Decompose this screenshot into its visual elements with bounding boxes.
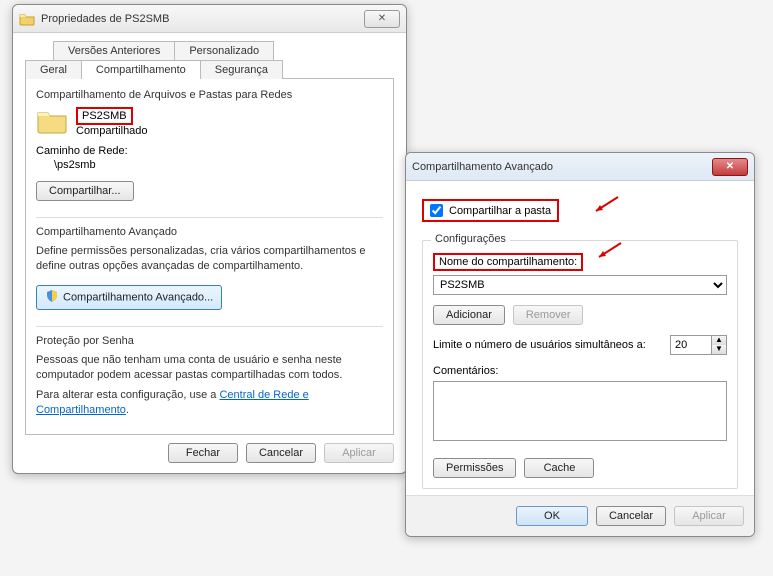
limit-input[interactable] bbox=[671, 336, 711, 354]
close-button[interactable]: ✕ bbox=[364, 10, 400, 28]
settings-groupbox: Configurações Nome do compartilhamento: … bbox=[422, 240, 738, 489]
dialog-title: Compartilhamento Avançado bbox=[412, 161, 708, 173]
divider bbox=[36, 217, 383, 218]
share-name-combo[interactable]: PS2SMB bbox=[433, 275, 727, 295]
section-heading: Compartilhamento Avançado bbox=[36, 226, 383, 238]
share-name: PS2SMB bbox=[82, 110, 127, 122]
tab-general[interactable]: Geral bbox=[25, 60, 82, 79]
cancel-button[interactable]: Cancelar bbox=[246, 443, 316, 463]
share-name-highlight: PS2SMB bbox=[76, 107, 133, 125]
divider bbox=[36, 326, 383, 327]
share-button[interactable]: Compartilhar... bbox=[36, 181, 134, 201]
section-password-protection: Proteção por Senha Pessoas que não tenha… bbox=[36, 335, 383, 419]
permissions-button[interactable]: Permissões bbox=[433, 458, 516, 478]
advanced-sharing-button[interactable]: Compartilhamento Avançado... bbox=[36, 285, 222, 310]
tab-previous-versions[interactable]: Versões Anteriores bbox=[53, 41, 175, 60]
password-desc2: Para alterar esta configuração, use a Ce… bbox=[36, 388, 383, 419]
close-button[interactable]: ✕ bbox=[712, 158, 748, 176]
password-desc1: Pessoas que não tenham uma conta de usuá… bbox=[36, 353, 383, 384]
tab-row-top: Versões Anteriores Personalizado bbox=[53, 41, 394, 60]
share-status: Compartilhado bbox=[76, 125, 148, 137]
network-path-value: \ps2smb bbox=[54, 159, 383, 171]
comments-textarea[interactable] bbox=[433, 381, 727, 441]
tab-custom[interactable]: Personalizado bbox=[174, 41, 274, 60]
titlebar: Compartilhamento Avançado ✕ bbox=[406, 153, 754, 181]
cancel-button[interactable]: Cancelar bbox=[596, 506, 666, 526]
close-button[interactable]: Fechar bbox=[168, 443, 238, 463]
limit-label: Limite o número de usuários simultâneos … bbox=[433, 339, 660, 351]
advanced-sharing-dialog: Compartilhamento Avançado ✕ Compartilhar… bbox=[405, 152, 755, 537]
limit-spinner[interactable]: ▲▼ bbox=[670, 335, 727, 355]
shield-icon bbox=[45, 289, 59, 306]
folder-large-icon bbox=[36, 107, 68, 135]
settings-label: Configurações bbox=[431, 233, 510, 245]
dialog-button-row: Fechar Cancelar Aplicar bbox=[25, 443, 394, 463]
share-folder-checkbox-label[interactable]: Compartilhar a pasta bbox=[430, 204, 551, 217]
spin-down[interactable]: ▼ bbox=[712, 345, 726, 354]
tab-sharing[interactable]: Compartilhamento bbox=[81, 60, 201, 79]
dialog-button-row: OK Cancelar Aplicar bbox=[406, 495, 754, 536]
ok-button[interactable]: OK bbox=[516, 506, 588, 526]
section-advanced-sharing: Compartilhamento Avançado Define permiss… bbox=[36, 226, 383, 310]
advanced-desc: Define permissões personalizadas, cria v… bbox=[36, 244, 383, 275]
section-network-sharing: Compartilhamento de Arquivos e Pastas pa… bbox=[36, 89, 383, 201]
section-heading: Proteção por Senha bbox=[36, 335, 383, 347]
comments-label: Comentários: bbox=[433, 365, 727, 377]
annotation-arrow-icon bbox=[595, 241, 623, 268]
properties-window: Propriedades de PS2SMB ✕ Versões Anterio… bbox=[12, 4, 407, 474]
network-path-label: Caminho de Rede: bbox=[36, 145, 383, 157]
apply-button[interactable]: Aplicar bbox=[674, 506, 744, 526]
tab-row-bottom: Geral Compartilhamento Segurança bbox=[25, 60, 394, 79]
titlebar: Propriedades de PS2SMB ✕ bbox=[13, 5, 406, 33]
section-heading: Compartilhamento de Arquivos e Pastas pa… bbox=[36, 89, 383, 101]
share-folder-checkbox[interactable] bbox=[430, 204, 443, 217]
cache-button[interactable]: Cache bbox=[524, 458, 594, 478]
window-title: Propriedades de PS2SMB bbox=[41, 13, 360, 25]
share-folder-highlight: Compartilhar a pasta bbox=[422, 199, 559, 222]
share-name-label: Nome do compartilhamento: bbox=[439, 256, 577, 268]
folder-icon bbox=[19, 11, 35, 27]
apply-button[interactable]: Aplicar bbox=[324, 443, 394, 463]
remove-button[interactable]: Remover bbox=[513, 305, 584, 325]
tab-security[interactable]: Segurança bbox=[200, 60, 283, 79]
share-folder-text: Compartilhar a pasta bbox=[449, 205, 551, 217]
annotation-arrow-icon bbox=[592, 195, 620, 222]
share-name-label-highlight: Nome do compartilhamento: bbox=[433, 253, 583, 271]
tab-body: Compartilhamento de Arquivos e Pastas pa… bbox=[25, 78, 394, 435]
add-button[interactable]: Adicionar bbox=[433, 305, 505, 325]
